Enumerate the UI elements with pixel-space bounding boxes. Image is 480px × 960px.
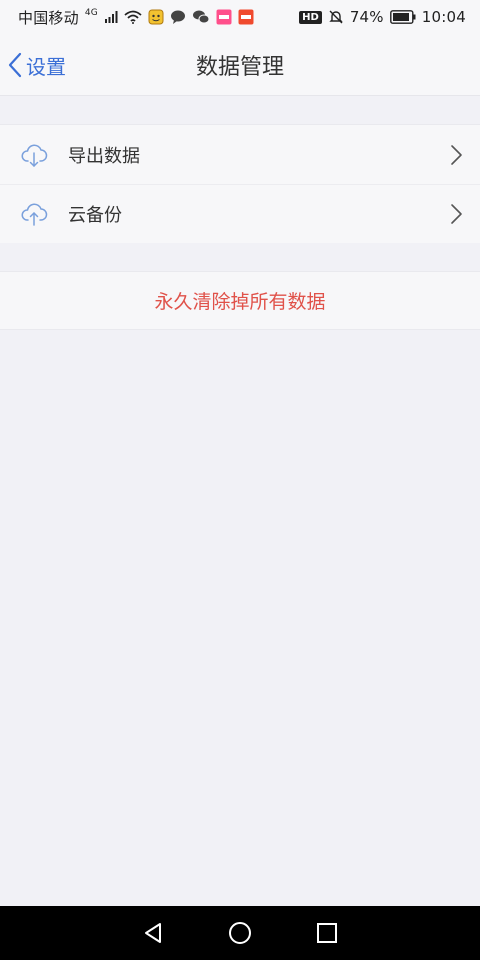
nav-bar: 设置 数据管理 — [0, 34, 480, 96]
back-label: 设置 — [26, 54, 66, 79]
list-item-cloud-backup[interactable]: 云备份 — [0, 184, 480, 243]
carrier-label: 中国移动 — [18, 8, 79, 27]
list-item-label: 导出数据 — [68, 145, 140, 167]
chevron-right-icon — [451, 144, 462, 165]
signal-icon — [104, 11, 118, 23]
system-nav-bar — [0, 906, 480, 960]
clear-all-data-button[interactable]: 永久清除掉所有数据 — [0, 271, 480, 330]
clear-all-data-label: 永久清除掉所有数据 — [154, 291, 326, 313]
triangle-back-icon — [145, 923, 162, 943]
app-badge-red-icon — [238, 9, 254, 25]
circle-home-icon — [228, 922, 251, 944]
network-type-label: 4G — [84, 8, 98, 18]
wechat-icon — [192, 10, 210, 24]
mute-bell-icon — [329, 10, 343, 24]
status-right: HD 74% 10:04 — [299, 8, 466, 26]
nav-recents-button[interactable] — [312, 918, 342, 948]
section-spacer — [0, 243, 480, 271]
battery-icon — [389, 10, 416, 24]
nav-back-button[interactable] — [138, 918, 168, 948]
status-bar: 中国移动 4G HD 74% 10:04 — [0, 0, 480, 34]
chevron-right-icon — [451, 204, 462, 224]
back-button[interactable]: 设置 — [8, 34, 66, 96]
list-item-export-data[interactable]: 导出数据 — [0, 125, 480, 184]
square-recents-icon — [316, 923, 337, 943]
status-left: 中国移动 4G — [18, 7, 254, 28]
app-badge-pink-icon — [216, 9, 232, 25]
clock: 10:04 — [421, 8, 466, 26]
list-item-label: 云备份 — [68, 205, 122, 226]
battery-percent: 74% — [349, 8, 384, 26]
page-title: 数据管理 — [195, 55, 284, 80]
nav-home-button[interactable] — [225, 918, 255, 948]
message-bubble-icon — [170, 10, 185, 24]
cloud-download-icon — [20, 141, 48, 169]
wifi-icon — [124, 10, 142, 24]
section-spacer — [0, 96, 480, 124]
app-notification-icon — [148, 9, 164, 25]
cloud-upload-icon — [20, 200, 48, 228]
chevron-left-icon — [8, 52, 22, 78]
hd-badge: HD — [299, 10, 322, 24]
data-options-list: 导出数据 云备份 — [0, 124, 480, 244]
